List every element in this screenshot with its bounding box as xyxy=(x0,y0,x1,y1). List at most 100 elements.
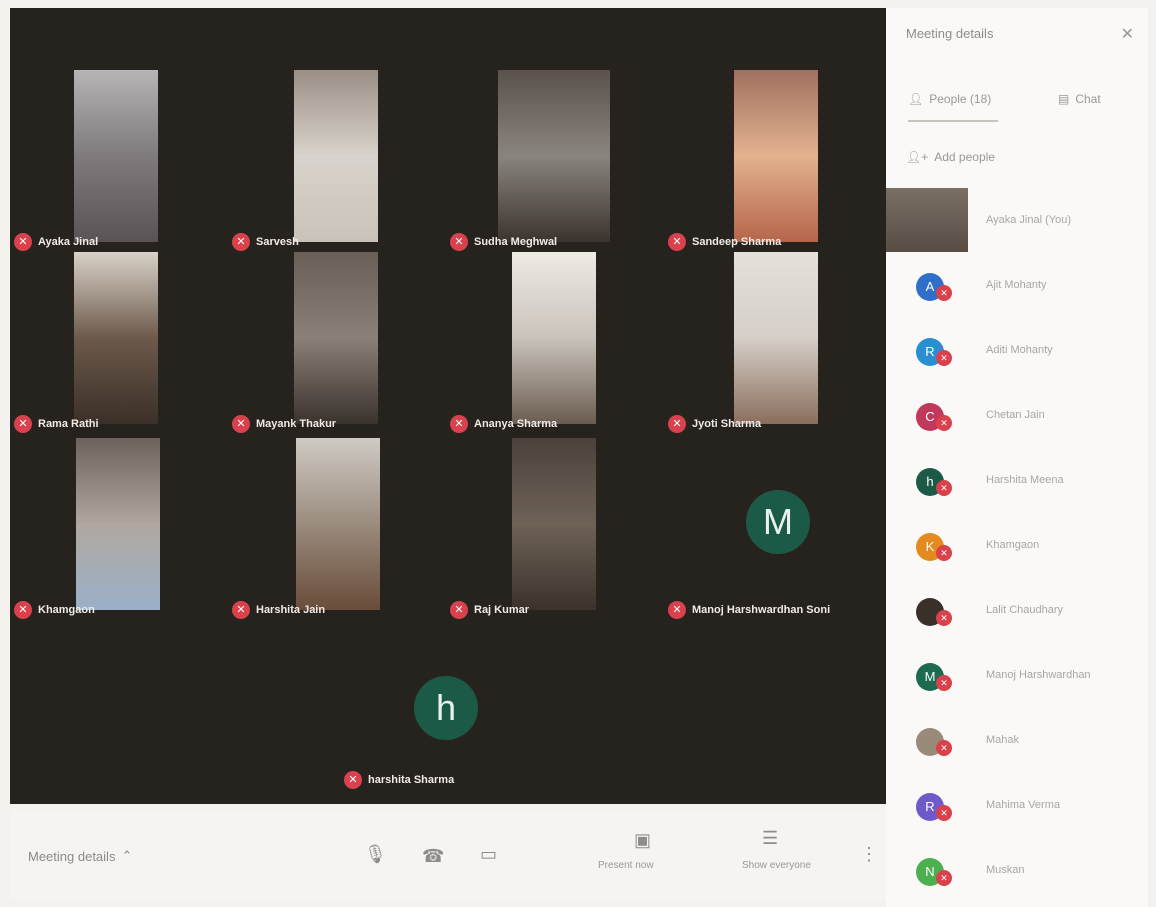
mic-off-icon: ✕ xyxy=(668,415,686,433)
mic-off-icon: ✕ xyxy=(14,415,32,433)
participant-list-name: Muskan xyxy=(986,864,1025,876)
mic-off-icon: ✕ xyxy=(450,233,468,251)
mic-off-icon: ✕ xyxy=(450,601,468,619)
mic-off-icon: ✕ xyxy=(450,415,468,433)
chevron-up-icon: ⌃ xyxy=(121,848,133,863)
name-tag: ✕ Sarvesh xyxy=(232,230,299,254)
participant-tile[interactable]: ✕ Khamgaon xyxy=(10,438,228,620)
avatar: h xyxy=(414,676,478,740)
mic-off-icon: ✕ xyxy=(936,675,952,691)
name-tag: ✕ Sandeep Sharma xyxy=(668,230,781,254)
participant-list-item[interactable]: N ✕ Muskan xyxy=(908,852,1144,892)
participant-tile[interactable]: ✕ Mayank Thakur xyxy=(228,252,446,434)
people-icon: 👤︎ xyxy=(908,92,924,106)
participant-video xyxy=(734,252,818,424)
participant-video xyxy=(734,70,818,242)
meeting-details-label: Meeting details xyxy=(28,848,116,864)
tab-indicator xyxy=(908,120,998,122)
participant-list-item[interactable]: R ✕ Aditi Mohanty xyxy=(908,332,1144,372)
participant-tile[interactable]: ✕ Raj Kumar xyxy=(446,438,664,620)
name-tag: ✕ Raj Kumar xyxy=(450,598,529,622)
present-now-label[interactable]: Present now xyxy=(598,860,654,871)
participant-list-name: Lalit Chaudhary xyxy=(986,604,1064,616)
avatar: M xyxy=(746,490,810,554)
tab-people[interactable]: 👤︎ People (18) xyxy=(908,92,991,106)
more-options-icon[interactable]: ⋮ xyxy=(860,844,878,865)
mic-off-icon: ✕ xyxy=(936,415,952,431)
participant-video xyxy=(74,252,158,424)
mic-off-icon: ✕ xyxy=(936,545,952,561)
participant-name: Ayaka Jinal xyxy=(38,236,99,248)
meeting-toolbar: Meeting details ⌃ 🎙︎ ☎︎ ▭ ▣ Present now … xyxy=(10,810,886,900)
captions-icon[interactable]: ☰ xyxy=(762,828,778,849)
participant-tile[interactable]: ✕ Ananya Sharma xyxy=(446,252,664,434)
participant-list-item[interactable]: Ayaka Jinal (You) xyxy=(908,202,1144,242)
participant-tile[interactable]: ✕ Sandeep Sharma xyxy=(664,70,882,252)
tab-people-label: People (18) xyxy=(929,92,992,106)
participant-list-item[interactable]: ✕ Mahak xyxy=(908,722,1144,762)
mic-off-icon: ✕ xyxy=(936,285,952,301)
present-icon[interactable]: ▣ xyxy=(634,830,651,851)
participant-video xyxy=(294,70,378,242)
participant-tile[interactable]: ✕ Sarvesh xyxy=(228,70,446,252)
participant-list-name: Khamgaon xyxy=(986,539,1040,551)
participant-name: Sudha Meghwal xyxy=(474,236,558,248)
mic-button[interactable]: 🎙︎ xyxy=(364,844,387,865)
name-tag: ✕ Ayaka Jinal xyxy=(14,230,98,254)
mic-off-icon: ✕ xyxy=(936,480,952,496)
panel-title: Meeting details xyxy=(906,26,994,41)
participant-list-name: Mahak xyxy=(986,734,1020,746)
participant-tile[interactable]: h ✕ harshita Sharma xyxy=(310,668,570,798)
participant-name: Sandeep Sharma xyxy=(692,236,782,248)
mic-off-icon: ✕ xyxy=(936,350,952,366)
participant-list-name: Ayaka Jinal (You) xyxy=(986,214,1071,226)
participant-list-item[interactable]: h ✕ Harshita Meena xyxy=(908,462,1144,502)
end-call-button[interactable]: ☎︎ xyxy=(422,846,444,867)
participant-list-item[interactable]: K ✕ Khamgaon xyxy=(908,527,1144,567)
participant-list-name: Ajit Mohanty xyxy=(986,279,1047,291)
mic-off-icon: ✕ xyxy=(936,610,952,626)
participant-list-name: Manoj Harshwardhan xyxy=(986,669,1091,681)
meeting-details-button[interactable]: Meeting details ⌃ xyxy=(28,848,132,864)
participant-list-item[interactable]: C ✕ Chetan Jain xyxy=(908,397,1144,437)
show-everyone-label[interactable]: Show everyone xyxy=(742,860,811,871)
mic-off-icon: ✕ xyxy=(668,601,686,619)
participant-name: Jyoti Sharma xyxy=(692,418,762,430)
mic-off-icon: ✕ xyxy=(14,601,32,619)
participant-tile[interactable]: ✕ Jyoti Sharma xyxy=(664,252,882,434)
participant-list-item[interactable]: M ✕ Manoj Harshwardhan xyxy=(908,657,1144,697)
participant-tile[interactable]: ✕ Ayaka Jinal xyxy=(10,70,228,252)
participant-list-name: Mahima Verma xyxy=(986,799,1060,811)
video-grid: ✕ Ayaka Jinal ✕ Sarvesh ✕ Sudha Meghwal … xyxy=(10,8,886,804)
camera-button[interactable]: ▭ xyxy=(480,844,497,865)
name-tag: ✕ Sudha Meghwal xyxy=(450,230,557,254)
participant-name: Sarvesh xyxy=(256,236,299,248)
participant-name: Rama Rathi xyxy=(38,418,99,430)
add-person-icon: 👤︎+ xyxy=(906,150,929,164)
mic-off-icon: ✕ xyxy=(344,771,362,789)
participant-tile[interactable]: ✕ Rama Rathi xyxy=(10,252,228,434)
name-tag: ✕ Harshita Jain xyxy=(232,598,325,622)
tab-chat[interactable]: ▤ Chat xyxy=(1058,92,1101,106)
participant-video xyxy=(74,70,158,242)
participant-list-item[interactable]: R ✕ Mahima Verma xyxy=(908,787,1144,827)
participant-tile[interactable]: ✕ Harshita Jain xyxy=(228,438,446,620)
participant-video xyxy=(512,252,596,424)
participant-list-name: Chetan Jain xyxy=(986,409,1045,421)
participant-video xyxy=(76,438,160,610)
chat-icon: ▤ xyxy=(1058,92,1070,106)
participant-video xyxy=(294,252,378,424)
participant-video xyxy=(512,438,596,610)
participant-list-item[interactable]: A ✕ Ajit Mohanty xyxy=(908,267,1144,307)
participant-tile[interactable]: M ✕ Manoj Harshwardhan Soni xyxy=(664,438,882,620)
mic-off-icon: ✕ xyxy=(14,233,32,251)
close-icon[interactable]: ✕ xyxy=(1121,24,1134,44)
name-tag: ✕ Jyoti Sharma xyxy=(668,412,761,436)
participant-list-item[interactable]: ✕ Lalit Chaudhary xyxy=(908,592,1144,632)
add-people-button[interactable]: 👤︎+ Add people xyxy=(906,150,995,164)
participant-tile[interactable]: ✕ Sudha Meghwal xyxy=(446,70,664,252)
mic-off-icon: ✕ xyxy=(936,870,952,886)
mic-off-icon: ✕ xyxy=(936,805,952,821)
participant-list-name: Aditi Mohanty xyxy=(986,344,1053,356)
participant-name: Khamgaon xyxy=(38,604,95,616)
